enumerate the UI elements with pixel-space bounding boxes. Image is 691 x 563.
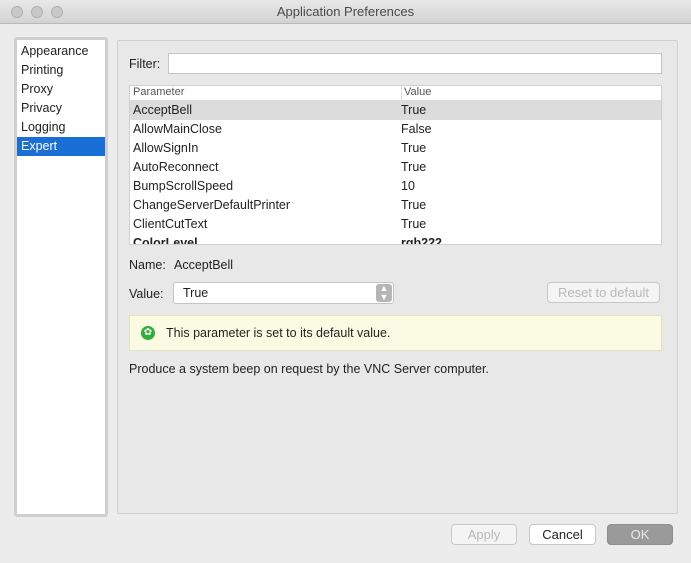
info-text: This parameter is set to its default val…	[166, 326, 391, 340]
column-header-parameter[interactable]: Parameter	[133, 86, 184, 98]
parameter-description: Produce a system beep on request by the …	[129, 362, 489, 376]
parameter-value: True	[401, 141, 427, 155]
sidebar-item-expert[interactable]: Expert	[17, 137, 105, 156]
expert-panel: Filter: Parameter Value AcceptBell True Al…	[117, 40, 678, 514]
stepper-chevron-icon: ▲ ▼	[376, 284, 392, 302]
parameter-name: ColorLevel	[133, 236, 198, 245]
parameter-value: True	[401, 160, 427, 174]
parameter-name: ChangeServerDefaultPrinter	[133, 198, 291, 212]
table-row[interactable]: AcceptBell True	[130, 101, 661, 120]
title-bar: Application Preferences	[0, 0, 691, 24]
minimize-window-button[interactable]	[31, 6, 43, 18]
table-row[interactable]: ChangeServerDefaultPrinter True	[130, 196, 661, 215]
parameter-value: True	[401, 198, 427, 212]
parameter-value: 10	[401, 179, 415, 193]
info-box: ✿ This parameter is set to its default v…	[129, 315, 662, 351]
parameter-value: True	[401, 103, 427, 117]
parameter-name: AllowSignIn	[133, 141, 199, 155]
sidebar-item-printing[interactable]: Printing	[17, 61, 105, 80]
parameter-table[interactable]: Parameter Value AcceptBell True AllowMainC…	[129, 85, 662, 245]
window-title: Application Preferences	[276, 4, 415, 19]
value-label: Value:	[129, 287, 164, 301]
name-value: AcceptBell	[174, 258, 234, 272]
parameter-value: True	[401, 217, 427, 231]
parameter-name: BumpScrollSpeed	[133, 179, 234, 193]
parameter-value: False	[401, 122, 432, 136]
close-window-button[interactable]	[11, 6, 23, 18]
gear-check-icon: ✿	[141, 326, 155, 340]
parameter-value: rgb222	[401, 236, 442, 245]
cancel-button[interactable]: Cancel	[529, 524, 596, 545]
table-header: Parameter Value	[130, 86, 661, 101]
sidebar: Appearance Printing Proxy Privacy Loggin…	[14, 37, 108, 517]
table-row[interactable]: BumpScrollSpeed 10	[130, 177, 661, 196]
sidebar-item-privacy[interactable]: Privacy	[17, 99, 105, 118]
table-row[interactable]: AllowSignIn True	[130, 139, 661, 158]
filter-input[interactable]	[168, 53, 662, 74]
zoom-window-button[interactable]	[51, 6, 63, 18]
name-label: Name:	[129, 258, 166, 272]
sidebar-item-proxy[interactable]: Proxy	[17, 80, 105, 99]
table-row[interactable]: ColorLevel rgb222	[130, 234, 661, 245]
parameter-name: AutoReconnect	[133, 160, 219, 174]
table-row[interactable]: ClientCutText True	[130, 215, 661, 234]
column-header-value[interactable]: Value	[401, 86, 431, 101]
apply-button[interactable]: Apply	[451, 524, 517, 545]
table-row[interactable]: AllowMainClose False	[130, 120, 661, 139]
ok-button[interactable]: OK	[607, 524, 673, 545]
table-row[interactable]: AutoReconnect True	[130, 158, 661, 177]
sidebar-item-logging[interactable]: Logging	[17, 118, 105, 137]
reset-to-default-button[interactable]: Reset to default	[547, 282, 660, 303]
parameter-name: AllowMainClose	[133, 122, 222, 136]
parameter-name: ClientCutText	[133, 217, 208, 231]
parameter-name: AcceptBell	[133, 103, 193, 117]
sidebar-item-appearance[interactable]: Appearance	[17, 42, 105, 61]
value-select[interactable]: True ▲ ▼	[173, 282, 394, 304]
filter-label: Filter:	[129, 57, 161, 71]
value-select-text: True	[183, 286, 209, 300]
